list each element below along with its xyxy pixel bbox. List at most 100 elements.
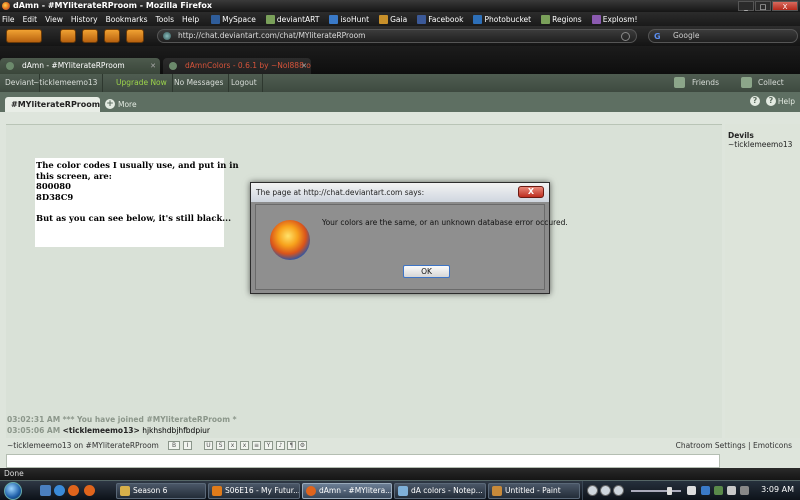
friends-link[interactable]: Friends xyxy=(687,74,724,92)
dialog-close-button[interactable]: X xyxy=(518,186,544,198)
paint-icon xyxy=(492,486,502,496)
back-forward-button[interactable] xyxy=(6,29,42,43)
start-button[interactable] xyxy=(4,482,22,500)
taskbar-item-paint[interactable]: Untitled - Paint xyxy=(488,483,580,499)
tab-chatroom[interactable]: #MYliterateRProom xyxy=(5,97,100,112)
member-list: Devils ~ticklemeemo13 xyxy=(725,124,800,454)
facebook-icon xyxy=(417,14,427,24)
gaia-icon xyxy=(379,14,389,24)
friends-icon xyxy=(674,77,685,88)
url-bar[interactable]: http://chat.deviantart.com/chat/MYlitera… xyxy=(157,29,637,43)
bookmark-star-button[interactable] xyxy=(126,29,144,43)
tab-close-icon[interactable]: ✕ xyxy=(301,58,307,74)
bookmark-regions[interactable]: Regions xyxy=(541,14,582,24)
bookmark-photobucket[interactable]: Photobucket xyxy=(473,14,531,24)
menu-edit[interactable]: Edit xyxy=(23,15,38,24)
collect-link[interactable]: Collect xyxy=(753,74,789,92)
media-prev-button[interactable] xyxy=(587,485,598,496)
format-abbr-button[interactable]: ♪ xyxy=(276,441,285,450)
bookmark-deviantart[interactable]: deviantART xyxy=(265,14,319,24)
format-bold-button[interactable]: B xyxy=(168,441,180,450)
taskbar-item-firefox[interactable]: dAmn - #MYlitera... xyxy=(302,483,392,499)
volume-icon[interactable] xyxy=(727,486,736,495)
menu-view[interactable]: View xyxy=(45,15,63,24)
media-play-button[interactable] xyxy=(600,485,611,496)
search-input[interactable]: G Google xyxy=(648,29,798,43)
bookmark-gaia[interactable]: Gaia xyxy=(379,14,407,24)
media-next-button[interactable] xyxy=(613,485,624,496)
notepad-icon xyxy=(398,486,408,496)
messages-link[interactable]: No Messages xyxy=(169,74,230,92)
volume-knob[interactable] xyxy=(667,487,672,495)
message-nick[interactable]: <ticklemeemo13> xyxy=(63,426,140,435)
network-icon[interactable] xyxy=(714,486,723,495)
window-close-button[interactable]: X xyxy=(772,1,798,11)
more-button[interactable]: + More xyxy=(105,99,137,109)
format-settings-button[interactable]: ⚙ xyxy=(298,441,307,450)
show-desktop-icon[interactable] xyxy=(40,485,51,496)
home-button[interactable] xyxy=(104,29,120,43)
task-label: Season 6 xyxy=(133,486,168,495)
menu-file[interactable]: File xyxy=(2,15,15,24)
tab-favicon xyxy=(169,62,177,70)
format-link-button[interactable]: Y xyxy=(264,441,273,450)
tray-app-icon[interactable] xyxy=(701,486,710,495)
more-label: More xyxy=(118,99,137,109)
tab-label: dAmn - #MYliterateRProom xyxy=(22,61,125,70)
window-controls: _ □ X xyxy=(738,1,798,11)
format-paragraph-button[interactable]: ¶ xyxy=(287,441,296,450)
logout-link[interactable]: Logout xyxy=(226,74,263,92)
volume-slider[interactable] xyxy=(631,487,681,495)
stop-button[interactable] xyxy=(82,29,98,43)
speaker-icon[interactable] xyxy=(687,486,696,495)
tab-damncolors[interactable]: dAmnColors - 0.6.1 by ~Nol888 o... ✕ xyxy=(163,58,311,74)
member-group-heading: Devils xyxy=(728,131,754,140)
tab-close-icon[interactable]: ✕ xyxy=(150,58,156,74)
emoticons-link[interactable]: Emoticons xyxy=(753,441,792,450)
maximize-button[interactable]: □ xyxy=(755,1,771,11)
firefox-icon xyxy=(306,486,316,496)
ok-button[interactable]: OK xyxy=(403,265,450,278)
dialog-message: Your colors are the same, or an unknown … xyxy=(322,218,568,227)
help-icon: ? xyxy=(765,96,776,106)
reload-button[interactable] xyxy=(60,29,76,43)
bookmark-explosm[interactable]: Explosm! xyxy=(591,14,638,24)
bookmark-myspace[interactable]: MySpace xyxy=(211,14,256,24)
upgrade-link[interactable]: Upgrade Now xyxy=(111,74,173,92)
format-strike-button[interactable]: S xyxy=(216,441,225,450)
minimize-button[interactable]: _ xyxy=(738,1,754,11)
format-sup-button[interactable]: x xyxy=(240,441,249,450)
taskbar-item-vlc[interactable]: S06E16 - My Futur... xyxy=(208,483,300,499)
menu-tools[interactable]: Tools xyxy=(156,15,174,24)
ie-icon[interactable] xyxy=(54,485,65,496)
note-line: But as you can see below, it's still bla… xyxy=(36,212,231,223)
help-button[interactable]: ? Help xyxy=(765,96,795,106)
format-sub-button[interactable]: x xyxy=(228,441,237,450)
member-name[interactable]: ~ticklemeemo13 xyxy=(728,140,792,149)
firefox-quicklaunch-icon[interactable] xyxy=(84,485,95,496)
username-link[interactable]: ~ticklemeemo13 xyxy=(28,74,104,92)
taskbar-item-season6[interactable]: Season 6 xyxy=(116,483,206,499)
tab-damn-room[interactable]: dAmn - #MYliterateRProom ✕ xyxy=(0,58,160,74)
format-italic-button[interactable]: I xyxy=(183,441,192,450)
bookmark-isohunt[interactable]: isoHunt xyxy=(329,14,369,24)
chat-message-input[interactable] xyxy=(6,454,720,468)
windows-taskbar: Season 6 S06E16 - My Futur... dAmn - #MY… xyxy=(0,480,800,500)
chatroom-settings-link[interactable]: Chatroom Settings xyxy=(676,441,746,450)
question-icon[interactable]: ? xyxy=(749,96,760,106)
go-icon[interactable] xyxy=(621,32,630,41)
menu-bookmarks[interactable]: Bookmarks xyxy=(106,15,148,24)
tray-icon[interactable] xyxy=(740,486,749,495)
navigation-toolbar: http://chat.deviantart.com/chat/MYlitera… xyxy=(0,26,800,46)
bookmark-facebook[interactable]: Facebook xyxy=(417,14,463,24)
taskbar-item-notepad[interactable]: dA colors - Notep... xyxy=(394,483,486,499)
format-underline-button[interactable]: U xyxy=(204,441,213,450)
menu-history[interactable]: History xyxy=(71,15,98,24)
message-text: *** You have joined #MYliterateRProom * xyxy=(62,415,237,424)
format-code-button[interactable]: ≡ xyxy=(252,441,261,450)
system-tray: 3:09 AM xyxy=(582,481,800,500)
clock[interactable]: 3:09 AM xyxy=(761,485,794,494)
firefox-quicklaunch-icon[interactable] xyxy=(68,485,79,496)
menu-help[interactable]: Help xyxy=(182,15,199,24)
chat-message: 03:05:06 AM <ticklemeemo13> hjkhshdbjhfb… xyxy=(7,426,210,435)
